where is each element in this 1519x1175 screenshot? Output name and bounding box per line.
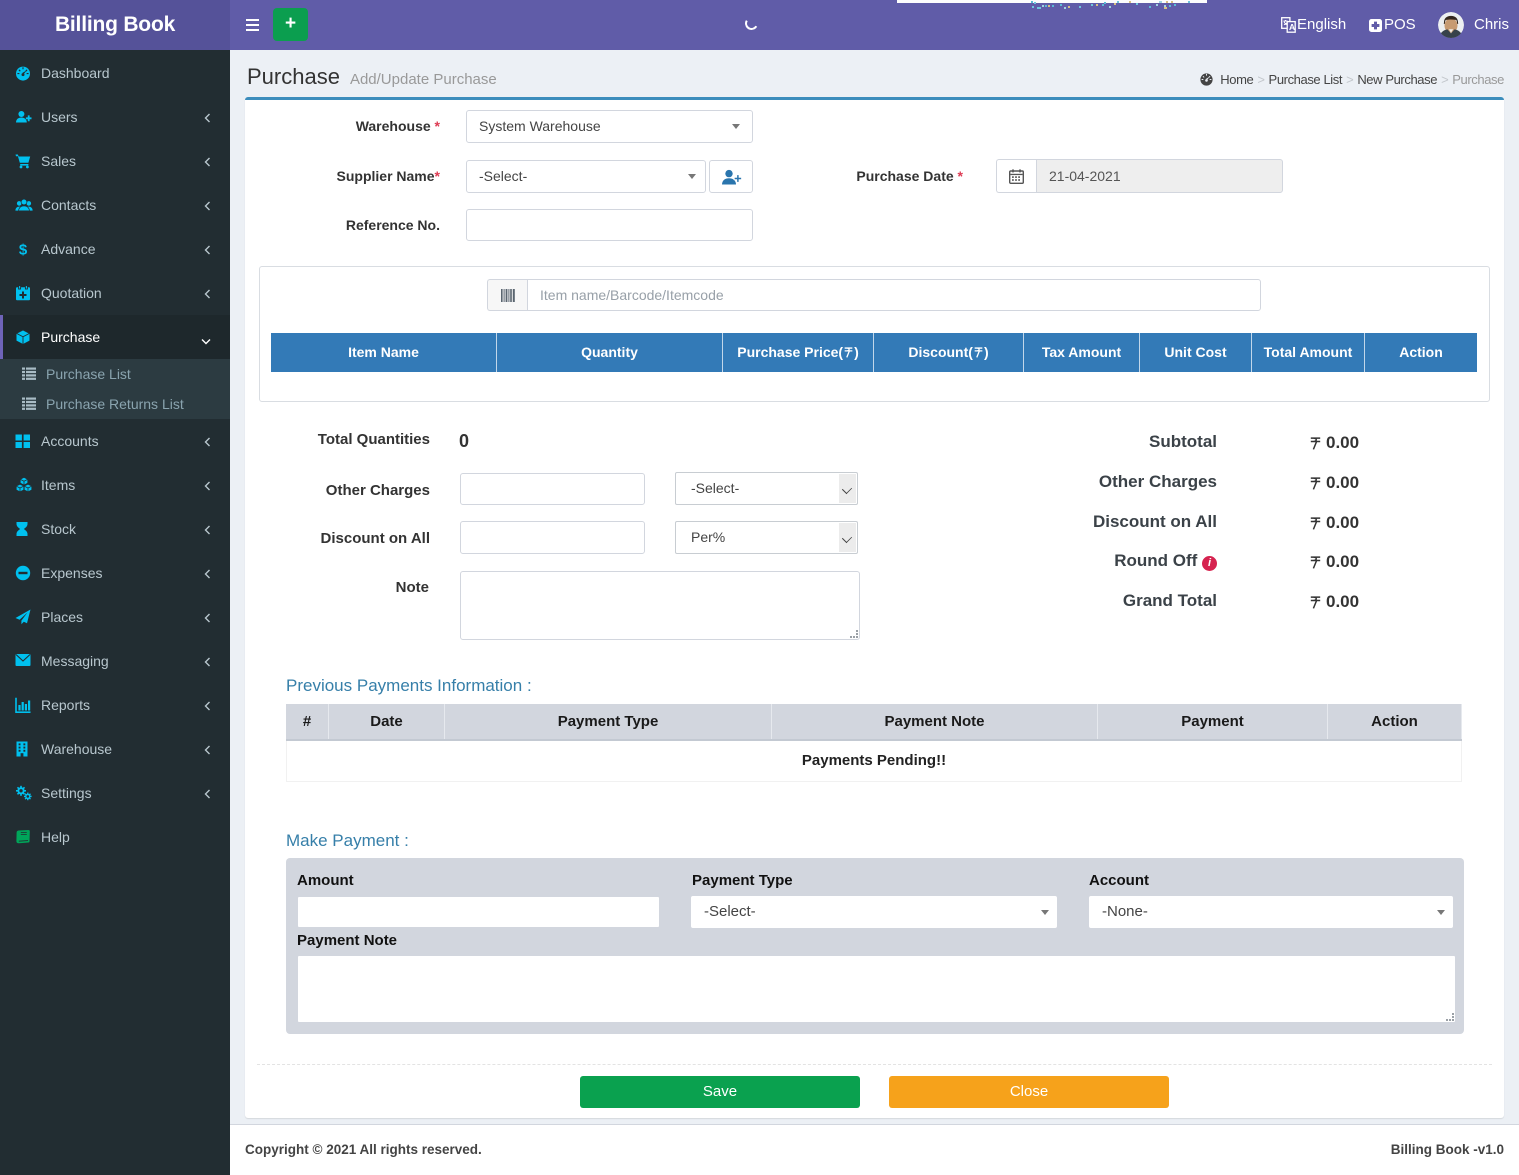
svg-text:A: A bbox=[1289, 22, 1295, 32]
svg-text:$: $ bbox=[19, 242, 28, 258]
